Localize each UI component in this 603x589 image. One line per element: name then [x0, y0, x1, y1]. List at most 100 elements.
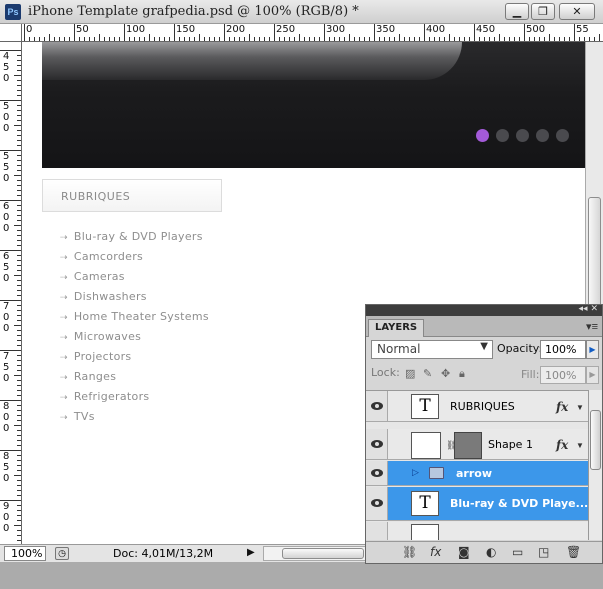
ruler-tick [384, 37, 385, 41]
category-list-item[interactable]: ⇢ Camcorders [60, 250, 143, 263]
status-info-icon[interactable]: ◷ [55, 547, 69, 560]
ruler-tick [29, 37, 30, 41]
ruler-tick [244, 37, 245, 41]
document-horizontal-scroll-thumb[interactable] [282, 548, 364, 559]
visibility-toggle[interactable] [366, 429, 388, 459]
visibility-toggle[interactable] [366, 461, 388, 485]
photoshop-app-icon[interactable]: Ps [5, 4, 21, 20]
ruler-tick [364, 37, 365, 41]
expand-group-icon[interactable]: ▷ [412, 467, 419, 478]
title-bar: Ps iPhone Template grafpedia.psd @ 100% … [0, 0, 603, 24]
close-button[interactable]: ✕ [559, 3, 595, 20]
lock-image-pixels-icon[interactable]: ✎ [423, 367, 432, 380]
layer-row-partial[interactable] [366, 522, 588, 540]
vertical-ruler[interactable]: 4 5 0 5 0 0 5 5 0 6 0 0 6 5 0 7 0 0 7 5 0 8 0 0… [0, 42, 22, 544]
layer-name[interactable]: Shape 1 [488, 438, 533, 451]
ruler-tick [299, 34, 300, 41]
category-list-item[interactable]: ⇢ Home Theater Systems [60, 310, 209, 323]
ruler-tick [179, 37, 180, 41]
layer-row-rubriques[interactable]: T RUBRIQUES fx ▼ [366, 391, 588, 422]
layers-scrollbar[interactable] [588, 390, 602, 540]
visibility-toggle[interactable] [366, 391, 388, 421]
visibility-toggle[interactable] [366, 487, 388, 520]
ruler-tick [169, 37, 170, 41]
opacity-input[interactable]: 100% [540, 340, 586, 359]
expand-effects-icon[interactable]: ▼ [576, 441, 584, 450]
new-layer-icon[interactable]: ◳ [538, 545, 549, 559]
lock-position-icon[interactable]: ✥ [441, 367, 450, 380]
fill-input[interactable]: 100% [540, 366, 586, 384]
status-bar: 100% ◷ Doc: 4,01M/13,2M ▶ [0, 544, 370, 562]
category-label: Ranges [73, 370, 117, 383]
slider-dot[interactable] [536, 129, 549, 142]
fx-icon[interactable]: fx [556, 400, 568, 414]
category-list-item[interactable]: ⇢ Ranges [60, 370, 116, 383]
tab-layers[interactable]: LAYERS [368, 319, 425, 337]
ruler-tick [17, 190, 21, 191]
status-menu-arrow-icon[interactable]: ▶ [247, 547, 255, 558]
ruler-tick [17, 345, 21, 346]
dotted-arrow-icon: ⇢ [60, 413, 68, 423]
category-list-item[interactable]: ⇢ Projectors [60, 350, 131, 363]
lock-all-icon[interactable]: 🔒︎ [459, 367, 465, 381]
panel-menu-icon[interactable]: ▾≡ [586, 320, 598, 333]
visibility-toggle[interactable] [366, 522, 388, 540]
text-layer-thumbnail: T [411, 491, 439, 516]
category-list-item[interactable]: ⇢ Dishwashers [60, 290, 147, 303]
ruler-tick [17, 205, 21, 206]
dotted-arrow-icon: ⇢ [60, 373, 68, 383]
new-group-icon[interactable]: ▭ [512, 545, 523, 559]
slider-dot[interactable] [556, 129, 569, 142]
slider-dot[interactable] [496, 129, 509, 142]
ruler-tick [529, 37, 530, 41]
layer-name[interactable]: Blu-ray & DVD Playe... [450, 497, 588, 510]
ruler-tick [569, 37, 570, 41]
document-horizontal-scrollbar[interactable] [263, 546, 367, 561]
fx-icon[interactable]: fx [556, 438, 568, 452]
zoom-level-field[interactable]: 100% [4, 546, 46, 561]
expand-effects-icon[interactable]: ▼ [576, 403, 584, 412]
slider-dot[interactable] [476, 129, 489, 142]
ruler-tick [514, 37, 515, 41]
panel-tab-row: LAYERS ▾≡ [366, 316, 602, 337]
minimize-button[interactable]: ▁ [505, 3, 529, 20]
category-list-item[interactable]: ⇢ Refrigerators [60, 390, 149, 403]
adjustment-layer-icon[interactable]: ◐ [486, 545, 496, 559]
blend-mode-select[interactable]: Normal ▼ [371, 340, 493, 359]
layer-name[interactable]: arrow [456, 467, 492, 480]
ruler-tick [17, 530, 21, 531]
ruler-tick [64, 37, 65, 41]
layer-row-shape-1[interactable]: ⛓ Shape 1 fx ▼ [366, 429, 588, 460]
category-list-item[interactable]: ⇢ TVs [60, 410, 95, 423]
category-list-item[interactable]: ⇢ Cameras [60, 270, 125, 283]
category-list-item[interactable]: ⇢ Blu-ray & DVD Players [60, 230, 203, 243]
fill-slider-toggle[interactable]: ▶ [586, 366, 599, 384]
delete-layer-icon[interactable]: 🗑︎ [566, 545, 581, 559]
layer-row-bluray-text[interactable]: T Blu-ray & DVD Playe... [366, 487, 588, 521]
slider-dot[interactable] [516, 129, 529, 142]
add-layer-style-icon[interactable]: fx [430, 545, 441, 559]
link-layers-icon[interactable]: ⛓ [402, 545, 417, 559]
ruler-tick [14, 525, 21, 526]
ruler-tick [17, 540, 21, 541]
iphone-edge-image [42, 42, 462, 80]
restore-button[interactable]: ❐ [531, 3, 555, 20]
collapse-panel-icon[interactable]: ◂◂ [579, 304, 588, 314]
ruler-origin[interactable] [0, 24, 22, 42]
horizontal-ruler[interactable]: 0 50 100 150 200 250 300 350 400 450 500 55 [22, 24, 603, 42]
close-panel-icon[interactable]: ✕ [590, 304, 598, 314]
layer-row-arrow-group[interactable]: ▷ arrow [366, 461, 588, 486]
ruler-tick [389, 37, 390, 41]
opacity-slider-toggle[interactable]: ▶ [586, 340, 599, 359]
layer-name[interactable]: RUBRIQUES [450, 400, 515, 413]
ruler-tick [17, 360, 21, 361]
category-list-item[interactable]: ⇢ Microwaves [60, 330, 141, 343]
ruler-tick [17, 390, 21, 391]
chevron-down-icon: ▼ [480, 341, 488, 352]
ruler-tick [544, 37, 545, 41]
layers-scroll-thumb[interactable] [590, 410, 601, 470]
lock-transparent-pixels-icon[interactable]: ▨ [405, 367, 415, 380]
add-mask-icon[interactable]: ◙ [458, 545, 470, 559]
ruler-tick [294, 37, 295, 41]
ruler-label: 250 [276, 24, 296, 35]
